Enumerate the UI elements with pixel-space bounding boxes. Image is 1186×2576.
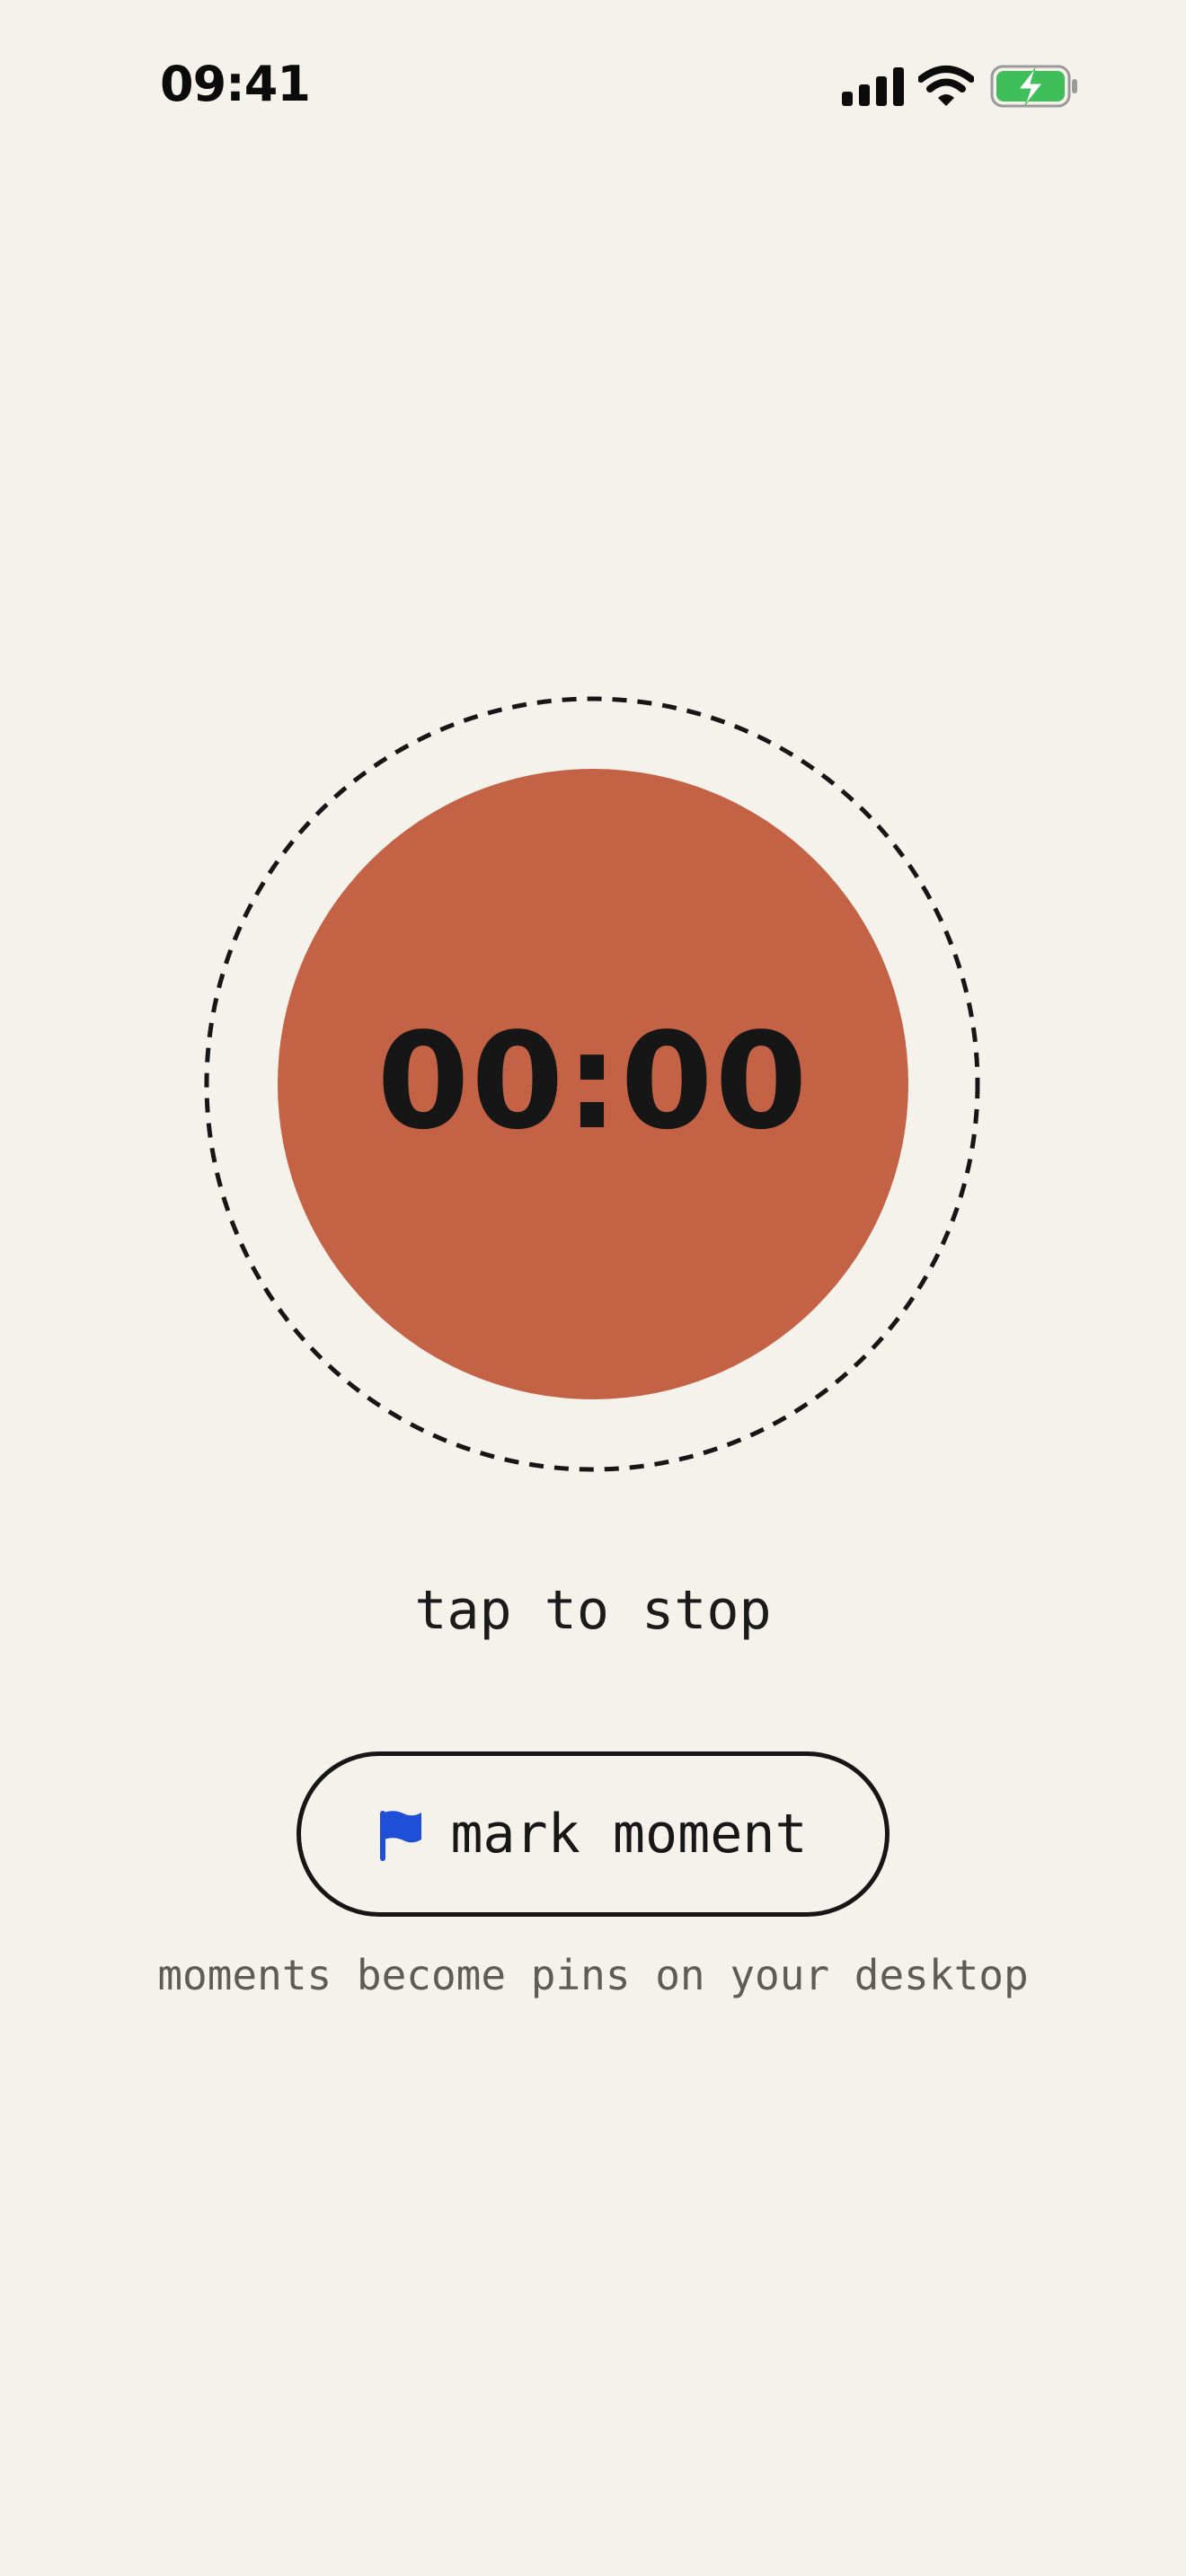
stop-timer-button[interactable]: 00:00	[278, 769, 908, 1399]
cellular-signal-icon	[842, 67, 904, 106]
mark-moment-label: mark moment	[450, 1803, 808, 1866]
mark-moment-button[interactable]: mark moment	[296, 1751, 890, 1917]
wifi-icon	[918, 66, 974, 106]
battery-charging-icon	[990, 65, 1077, 108]
tap-to-stop-hint: tap to stop	[414, 1579, 772, 1642]
status-time: 09:41	[160, 56, 311, 112]
timer-display: 00:00	[376, 1004, 810, 1159]
flag-icon	[378, 1809, 423, 1863]
pins-caption: moments become pins on your desktop	[157, 1951, 1029, 1999]
status-icons	[836, 61, 1083, 111]
